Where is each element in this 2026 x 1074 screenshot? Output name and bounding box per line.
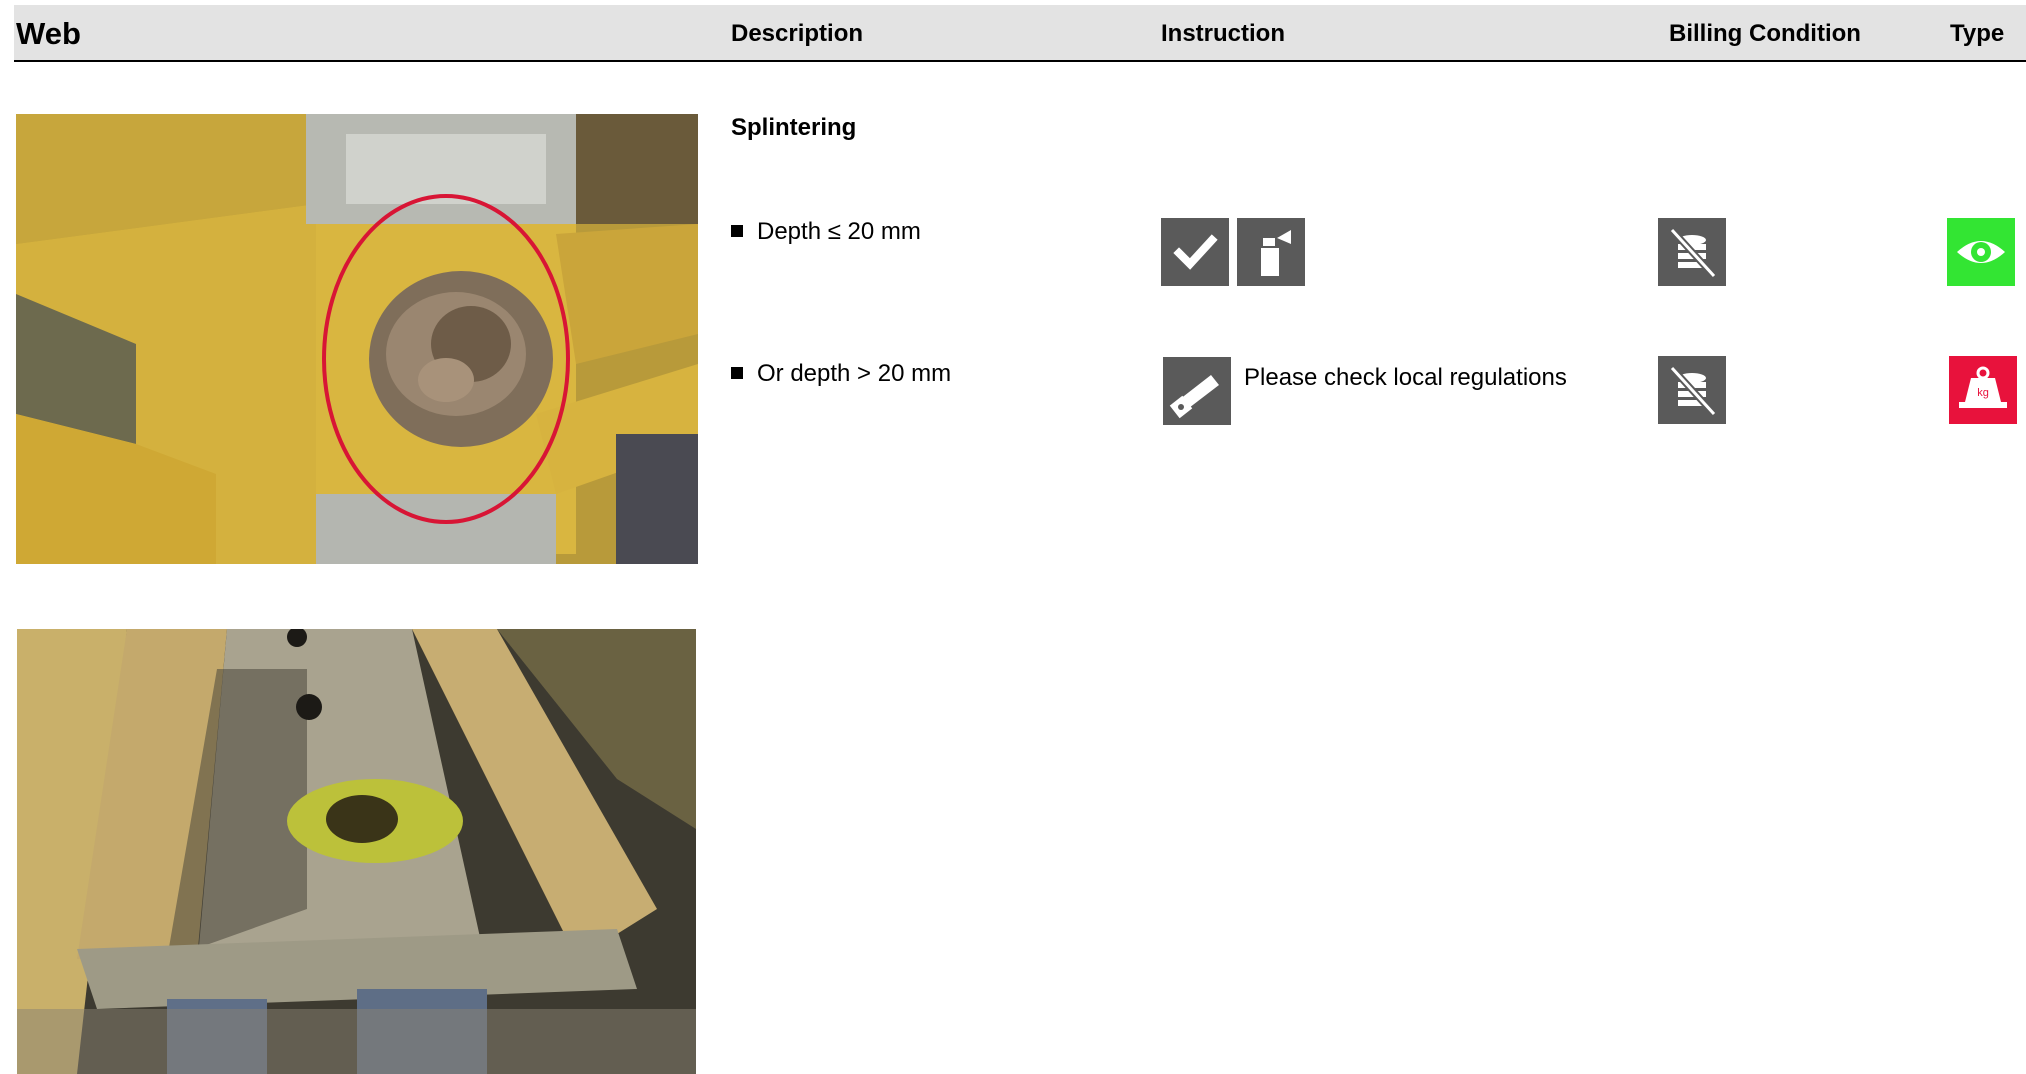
no-charge-coins-icon [1658,218,1726,286]
table-header: Web Description Instruction Billing Cond… [14,5,2026,62]
saw-icon [1163,357,1231,425]
checkmark-icon [1161,218,1229,286]
row-1-description: Depth ≤ 20 mm [731,218,921,246]
weight-kg-icon: kg [1949,356,2017,424]
bullet-icon [731,367,743,379]
column-header-web: Web [16,16,81,51]
svg-text:kg: kg [1977,387,1989,399]
no-charge-coins-icon [1658,356,1726,424]
column-header-type: Type [1950,20,2005,47]
damage-photo-beam-hole [17,629,696,1074]
column-header-instruction: Instruction [1161,20,1285,47]
column-header-billing-condition: Billing Condition [1669,20,1861,47]
instruction-note: Please check local regulations [1244,364,1567,391]
bullet-icon [731,225,743,237]
row-2-description-text: Or depth > 20 mm [757,360,952,387]
row-2-description: Or depth > 20 mm [731,360,951,388]
eye-icon [1947,218,2015,286]
column-header-description: Description [731,20,864,47]
spray-can-icon [1237,218,1305,286]
section-title: Splintering [731,114,857,141]
damage-photo-splintered-beam [16,114,698,564]
row-1-description-text: Depth ≤ 20 mm [757,218,921,245]
